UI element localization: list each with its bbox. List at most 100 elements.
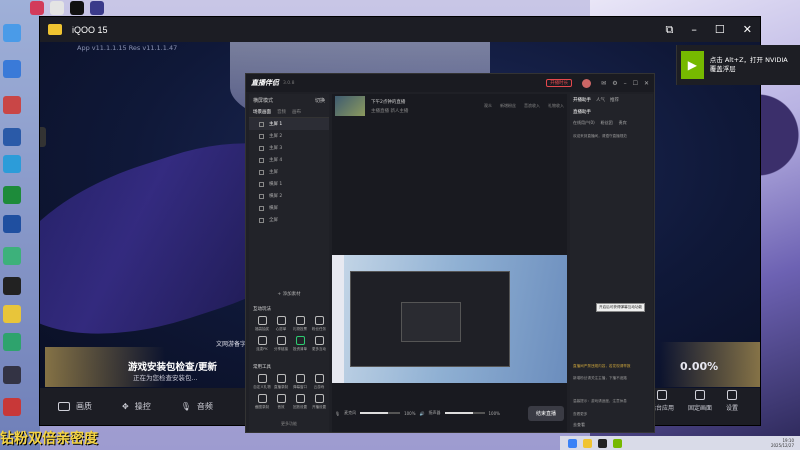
nvidia-notification[interactable]: ▶ 点击 Alt+Z，打开 NVIDIA 覆盖浮层: [676, 45, 800, 85]
close-icon[interactable]: ✕: [743, 23, 752, 37]
scene-item[interactable]: 主屏 4: [249, 154, 329, 166]
restore-icon[interactable]: ⧉: [666, 23, 674, 37]
settings-icon[interactable]: ⚙: [612, 80, 617, 87]
tool-sound[interactable]: 音效: [272, 394, 290, 410]
record-timer[interactable]: 开播时长: [546, 79, 573, 87]
checkbox-icon[interactable]: [259, 133, 264, 139]
tool-more-interact[interactable]: 更多互动: [310, 336, 328, 352]
desktop-icon-dark[interactable]: [3, 366, 21, 384]
tool-replay[interactable]: 回放设置: [291, 394, 309, 410]
taskbar-app-icon[interactable]: [613, 438, 622, 448]
side-handle[interactable]: [40, 127, 46, 147]
desktop-icon-red[interactable]: [3, 398, 21, 416]
tab-fan-club[interactable]: 粉丝团: [601, 120, 613, 126]
checkbox-icon[interactable]: [259, 145, 264, 151]
end-live-button[interactable]: 结束直播: [527, 405, 564, 421]
desktop-icon-geforce[interactable]: [3, 215, 21, 233]
maximize-icon[interactable]: ☐: [715, 23, 725, 37]
tool-fan-task[interactable]: 粉丝任务: [310, 316, 328, 332]
checkbox-icon[interactable]: [259, 157, 264, 163]
scene-item[interactable]: 横屏 2: [249, 190, 329, 202]
desktop-icon-network[interactable]: [3, 60, 21, 78]
scene-item[interactable]: 全屏: [249, 214, 329, 226]
tool-screenshot[interactable]: 截图录制: [253, 394, 271, 410]
tool-pk[interactable]: 连麦PK: [253, 336, 271, 352]
controls-button[interactable]: ✥ 操控: [122, 401, 151, 412]
tab-canvas[interactable]: 画布: [292, 109, 301, 115]
tab-online-users[interactable]: 在线用户(0): [573, 120, 595, 126]
desktop-icon-game[interactable]: [3, 305, 21, 323]
taskbar-app-icon[interactable]: [583, 438, 592, 448]
desktop-icon-top1[interactable]: [30, 1, 44, 15]
desktop-icon-top4[interactable]: [90, 1, 104, 15]
desktop-icon-nvidia[interactable]: [3, 186, 21, 204]
settings-button[interactable]: 设置: [726, 390, 738, 412]
tool-custom-gift[interactable]: 自定义礼物: [253, 374, 271, 390]
chat-message[interactable]: 查看更多: [573, 412, 651, 417]
audio-button[interactable]: 🎙 音频: [181, 401, 213, 412]
tool-share[interactable]: 分享链接: [272, 336, 290, 352]
checkbox-icon[interactable]: [259, 217, 264, 223]
stream-preview[interactable]: [332, 255, 567, 383]
speaker-icon[interactable]: 🔊: [420, 411, 425, 416]
checkbox-icon[interactable]: [259, 193, 264, 199]
desktop-icon-folder[interactable]: [3, 128, 21, 146]
stream-tag[interactable]: 主播直播: [371, 109, 389, 114]
scene-item[interactable]: 主屏 2: [249, 130, 329, 142]
scene-item[interactable]: 横屏: [249, 202, 329, 214]
more-functions-button[interactable]: 更多功能: [249, 421, 329, 427]
scene-item[interactable]: 主屏: [249, 166, 329, 178]
tool-cloud-game[interactable]: 云游戏: [310, 374, 328, 390]
mic-volume-slider[interactable]: [360, 412, 401, 414]
desktop-icon-app[interactable]: [3, 96, 21, 114]
close-icon[interactable]: ✕: [644, 80, 649, 87]
stream-title[interactable]: 下午2点钟的直播: [371, 99, 408, 105]
desktop-icon-green[interactable]: [3, 333, 21, 351]
desktop-icon-computer[interactable]: [3, 24, 21, 42]
view-button[interactable]: 去查看: [573, 422, 585, 428]
tab-vip[interactable]: 贵宾: [619, 120, 627, 126]
scene-item[interactable]: 横屏 1: [249, 178, 329, 190]
checkbox-icon[interactable]: [259, 169, 264, 175]
tab-audio[interactable]: 音频: [277, 109, 286, 115]
tab-popularity[interactable]: 人气: [596, 97, 605, 103]
maximize-icon[interactable]: ☐: [633, 80, 638, 87]
fixed-screen-button[interactable]: 固定画面: [688, 390, 712, 412]
microphone-icon[interactable]: 🎙: [335, 411, 340, 416]
tool-wishlist[interactable]: 心愿单: [272, 316, 290, 332]
checkbox-icon[interactable]: [259, 181, 264, 187]
tool-gift-vote[interactable]: 礼物投票: [291, 316, 309, 332]
taskbar-app-icon[interactable]: [598, 438, 607, 448]
speaker-volume-slider[interactable]: [444, 412, 485, 414]
tool-invest[interactable]: 投资清单: [291, 336, 309, 352]
checkbox-icon[interactable]: [259, 121, 264, 127]
desktop-icon-epic[interactable]: [70, 1, 84, 15]
taskbar-app-icon[interactable]: [568, 438, 577, 448]
mode-toggle[interactable]: 切换: [315, 97, 325, 104]
scene-item[interactable]: 主屏 3: [249, 142, 329, 154]
tab-recommend[interactable]: 推荐: [610, 97, 619, 103]
tool-live-settings[interactable]: 开播设置: [310, 394, 328, 410]
desktop-icon-edge[interactable]: [3, 155, 21, 173]
add-source-button[interactable]: + 添加素材: [249, 291, 329, 297]
avatar[interactable]: [582, 78, 592, 88]
quality-button[interactable]: 画质: [58, 401, 92, 412]
stream-tag[interactable]: 新人主播: [390, 109, 408, 114]
desktop-icon-top2[interactable]: [50, 1, 64, 15]
message-icon[interactable]: ✉: [601, 80, 606, 87]
desktop-icon-app2[interactable]: [3, 247, 21, 265]
mode-label[interactable]: 横屏模式: [253, 97, 273, 104]
stream-cover[interactable]: [335, 96, 365, 116]
tool-lucky-bag[interactable]: 福袋抽奖: [253, 316, 271, 332]
scene-item[interactable]: 主屏 1: [249, 118, 329, 130]
minimize-icon[interactable]: –: [691, 23, 697, 37]
minimize-icon[interactable]: –: [624, 80, 627, 87]
update-title: 游戏安装包检查/更新: [128, 362, 217, 373]
tool-danmaku[interactable]: 弹幕窗口: [291, 374, 309, 390]
desktop-icon-steam[interactable]: [3, 277, 21, 295]
tab-assistant[interactable]: 开播助手: [573, 97, 591, 103]
tab-scene[interactable]: 场景画面: [253, 109, 271, 115]
tool-record[interactable]: 直播录制: [272, 374, 290, 390]
checkbox-icon[interactable]: [259, 205, 264, 211]
clock[interactable]: 19:10 2025/12/27: [771, 438, 800, 448]
